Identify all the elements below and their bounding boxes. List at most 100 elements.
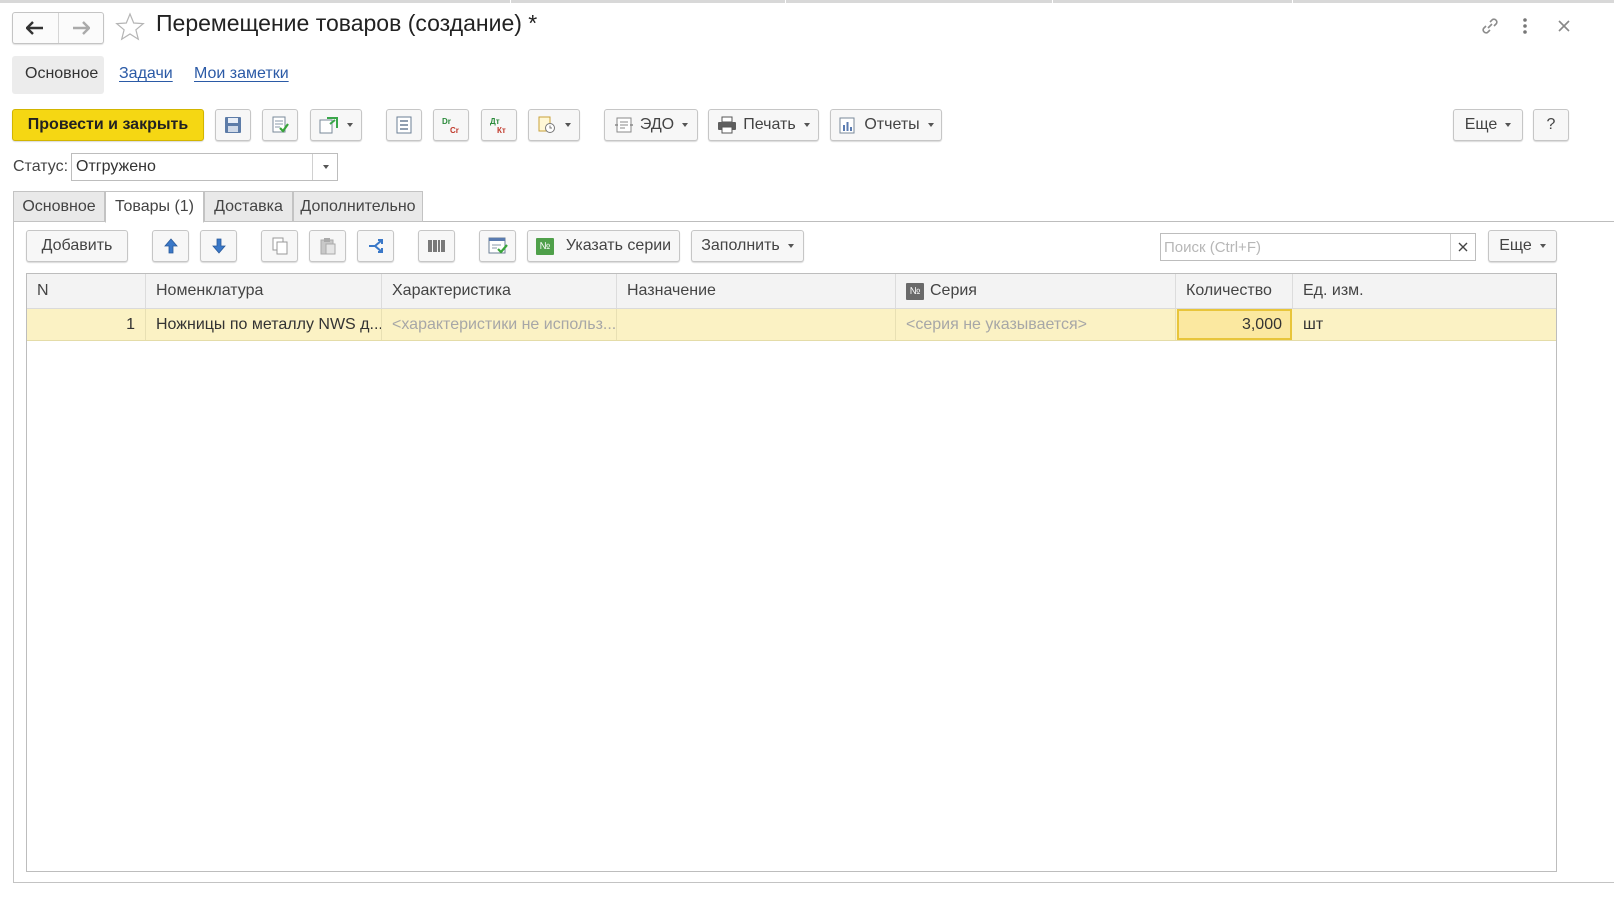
more-actions-button[interactable] xyxy=(1513,14,1537,38)
kebab-menu-icon xyxy=(1523,18,1527,34)
search-field[interactable]: Поиск (Ctrl+F) xyxy=(1160,233,1476,261)
history-nav xyxy=(12,12,104,44)
svg-text:Dr: Dr xyxy=(442,117,451,126)
cell-n[interactable]: 1 xyxy=(27,309,146,340)
cell-quantity[interactable]: 3,000 xyxy=(1177,309,1292,340)
chevron-down-icon xyxy=(323,165,329,169)
search-placeholder: Поиск (Ctrl+F) xyxy=(1164,239,1261,256)
arrow-up-icon xyxy=(163,238,178,254)
move-down-button[interactable] xyxy=(200,230,237,262)
reports-icon xyxy=(839,117,855,134)
column-header-series-label: Серия xyxy=(930,282,977,299)
add-row-button[interactable]: Добавить xyxy=(26,230,128,262)
fill-menu-button[interactable]: Заполнить xyxy=(691,230,804,262)
forward-button[interactable] xyxy=(57,13,104,43)
column-header-purpose[interactable]: Назначение xyxy=(617,274,896,308)
favorite-star-button[interactable] xyxy=(115,12,145,42)
dropdown-caret-icon xyxy=(927,123,934,127)
clear-search-button[interactable] xyxy=(1450,234,1475,260)
dropdown-caret-icon xyxy=(1539,244,1546,248)
split-row-button[interactable] xyxy=(357,230,394,262)
specify-series-label: Указать серии xyxy=(565,237,672,254)
column-header-item[interactable]: Номенклатура xyxy=(146,274,382,308)
copy-rows-button[interactable] xyxy=(261,230,298,262)
post-and-close-button[interactable]: Провести и закрыть xyxy=(12,109,204,141)
star-icon xyxy=(115,12,145,41)
fill-label: Заполнить xyxy=(701,237,780,254)
edo-menu-button[interactable]: ЭДО xyxy=(604,109,698,141)
cell-unit[interactable]: шт xyxy=(1293,309,1556,340)
series-number-icon: № xyxy=(535,237,554,255)
table-more-menu-button[interactable]: Еще xyxy=(1488,230,1557,262)
svg-text:Cr: Cr xyxy=(450,126,459,134)
column-header-quantity[interactable]: Количество xyxy=(1176,274,1293,308)
dropdown-caret-icon xyxy=(803,123,810,127)
post-button[interactable] xyxy=(262,109,298,141)
more-label: Еще xyxy=(1464,116,1498,133)
svg-text:Кт: Кт xyxy=(497,126,506,134)
close-icon xyxy=(1558,20,1570,32)
check-document-button[interactable] xyxy=(479,230,516,262)
dropdown-caret-icon xyxy=(565,123,571,127)
dt-kt-movements-button[interactable]: Дт Кт xyxy=(481,109,517,141)
link-button[interactable] xyxy=(1478,14,1502,38)
reports-label: Отчеты xyxy=(864,116,920,133)
barcode-scan-button[interactable] xyxy=(418,230,455,262)
related-documents-button[interactable] xyxy=(528,109,580,141)
column-header-series[interactable]: № Серия xyxy=(896,274,1176,308)
move-up-button[interactable] xyxy=(152,230,189,262)
dropdown-caret-icon xyxy=(787,244,794,248)
column-header-characteristic[interactable]: Характеристика xyxy=(382,274,617,308)
cell-item[interactable]: Ножницы по металлу NWS д... xyxy=(146,309,382,340)
dropdown-caret-icon xyxy=(1505,123,1512,127)
arrow-down-icon xyxy=(211,238,226,254)
svg-text:Дт: Дт xyxy=(490,117,500,126)
tab-goods[interactable]: Товары (1) xyxy=(105,191,204,223)
column-header-unit[interactable]: Ед. изм. xyxy=(1293,274,1556,308)
window-top-border xyxy=(0,0,1614,3)
barcode-icon xyxy=(427,240,445,252)
section-notes-link[interactable]: Мои заметки xyxy=(194,65,289,83)
specify-series-button[interactable]: № Указать серии xyxy=(527,230,680,262)
close-window-button[interactable] xyxy=(1552,14,1576,38)
create-based-on-button[interactable] xyxy=(310,109,362,141)
split-icon xyxy=(368,239,383,253)
copy-icon xyxy=(272,237,287,255)
column-header-n[interactable]: N xyxy=(27,274,146,308)
create-based-on-icon xyxy=(319,117,338,134)
tab-delivery[interactable]: Доставка xyxy=(204,191,293,222)
section-main[interactable]: Основное xyxy=(25,65,98,83)
status-label: Статус: xyxy=(13,158,69,175)
post-document-icon xyxy=(272,116,289,133)
print-label: Печать xyxy=(743,116,796,133)
help-button[interactable]: ? xyxy=(1533,109,1569,141)
cell-purpose[interactable] xyxy=(617,309,896,340)
document-structure-button[interactable] xyxy=(386,109,422,141)
dt-kt-icon: ДтКт xyxy=(490,117,506,134)
more-menu-button[interactable]: Еще xyxy=(1453,109,1523,141)
dropdown-caret-icon xyxy=(347,123,353,127)
tab-additional[interactable]: Дополнительно xyxy=(293,191,423,222)
paste-icon xyxy=(320,238,335,255)
back-button[interactable] xyxy=(13,13,58,43)
print-menu-button[interactable]: Печать xyxy=(708,109,819,141)
close-icon xyxy=(1458,242,1468,252)
cell-characteristic[interactable]: <характеристики не использ... xyxy=(382,309,617,340)
table-row[interactable]: 1 Ножницы по металлу NWS д... <характери… xyxy=(27,309,1556,341)
save-button[interactable] xyxy=(215,109,251,141)
printer-icon xyxy=(718,116,737,134)
goods-table[interactable]: N Номенклатура Характеристика Назначение… xyxy=(26,273,1557,872)
status-select[interactable]: Отгружено xyxy=(71,153,338,181)
paste-rows-button[interactable] xyxy=(309,230,346,262)
arrow-right-icon xyxy=(72,21,90,35)
cell-series[interactable]: <серия не указывается> xyxy=(896,309,1176,340)
dr-cr-movements-button[interactable]: Dr Cr xyxy=(433,109,469,141)
floppy-disk-icon xyxy=(225,117,241,133)
dr-cr-icon: DrCr xyxy=(442,117,459,134)
tab-main[interactable]: Основное xyxy=(13,191,105,222)
edo-icon xyxy=(614,117,633,133)
section-tasks-link[interactable]: Задачи xyxy=(119,65,173,83)
status-dropdown-button[interactable] xyxy=(312,154,337,180)
checklist-icon xyxy=(488,237,508,254)
reports-menu-button[interactable]: Отчеты xyxy=(830,109,942,141)
